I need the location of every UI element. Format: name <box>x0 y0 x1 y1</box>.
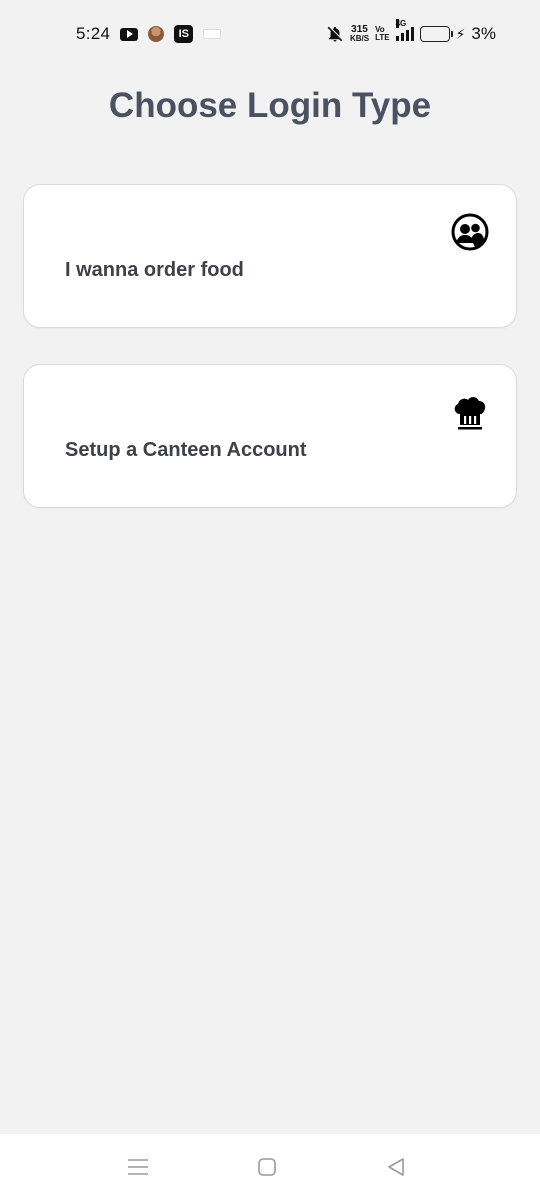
battery-icon <box>419 26 453 42</box>
screen: 5:24 IS 315 KB/S Vo LTE 4G ⚡ 3% Choose L… <box>0 0 540 1200</box>
speed-value: 315 <box>351 24 368 35</box>
setup-canteen-option[interactable]: Setup a Canteen Account <box>23 364 517 508</box>
person-icon <box>148 26 165 42</box>
home-icon[interactable] <box>255 1156 279 1178</box>
is-app-icon: IS <box>174 25 194 43</box>
navigation-bar <box>0 1134 540 1200</box>
network-type: 4G <box>395 19 407 28</box>
volte-indicator: Vo LTE <box>375 26 390 42</box>
speed-unit: KB/S <box>349 34 370 43</box>
youtube-icon <box>120 27 139 41</box>
signal-icon: 4G <box>395 19 414 41</box>
order-food-label: I wanna order food <box>65 259 244 281</box>
mini-app-icon <box>203 29 222 39</box>
battery-percent: 3% <box>471 24 496 43</box>
page-title: Choose Login Type <box>108 86 432 125</box>
customer-icon <box>451 213 489 251</box>
status-left: 5:24 IS <box>76 24 222 44</box>
chef-hat-icon <box>454 397 486 430</box>
menu-icon[interactable] <box>126 1156 150 1178</box>
bell-off-icon <box>327 26 344 42</box>
setup-canteen-label: Setup a Canteen Account <box>65 439 307 461</box>
volte-bottom: LTE <box>375 33 390 42</box>
order-food-option[interactable]: I wanna order food <box>23 184 517 328</box>
clock: 5:24 <box>76 24 111 43</box>
charging-icon: ⚡ <box>455 25 466 42</box>
back-icon[interactable] <box>384 1156 408 1178</box>
status-right: 315 KB/S Vo LTE 4G ⚡ 3% <box>326 19 496 44</box>
network-speed: 315 KB/S <box>349 24 370 44</box>
status-bar: 5:24 IS 315 KB/S Vo LTE 4G ⚡ 3% <box>0 0 540 68</box>
